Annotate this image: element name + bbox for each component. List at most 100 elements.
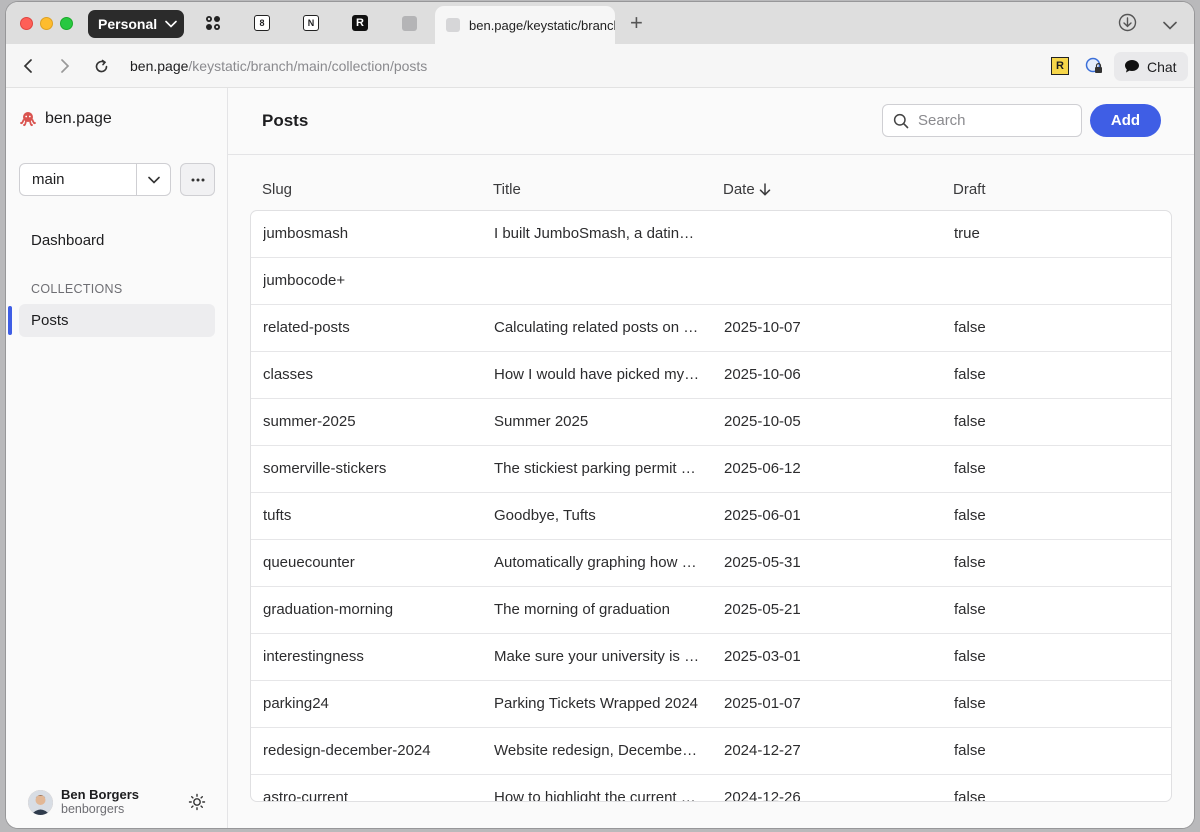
cell-title: How I would have picked my classes — [494, 366, 700, 383]
chevron-down-icon — [1163, 21, 1177, 30]
back-button[interactable] — [18, 56, 38, 76]
cell-title: Calculating related posts on my blog — [494, 319, 700, 336]
cell-slug: jumbocode+ — [263, 272, 346, 289]
column-header-date[interactable]: Date — [723, 181, 771, 198]
column-label: Title — [493, 181, 521, 198]
column-header-slug[interactable]: Slug — [262, 181, 292, 198]
sidebar-item-label: Posts — [31, 312, 69, 329]
table-row[interactable]: graduation-morning The morning of graduat… — [251, 587, 1171, 634]
cell-title: I built JumboSmash, a dating app for Tuf… — [494, 225, 700, 242]
browser-window: Personal 8 N R ben.page/keystatic/branch… — [6, 2, 1194, 828]
keystatic-app: ben.page main Dashboard COLLECTIONS Post… — [6, 88, 1194, 828]
notion-icon: N — [303, 15, 319, 31]
new-tab-button[interactable]: + — [630, 12, 643, 34]
table-row[interactable]: classes How I would have picked my classe… — [251, 352, 1171, 399]
active-tab[interactable]: ben.page/keystatic/branch — [435, 6, 615, 44]
cell-draft: false — [954, 554, 986, 571]
main-content: Posts Add Slug Title Date Draft — [228, 88, 1194, 828]
minimize-window-button[interactable] — [40, 17, 53, 30]
cell-draft: true — [954, 225, 980, 242]
pinned-tab-r-app[interactable]: R — [351, 14, 369, 32]
cell-date: 2025-10-06 — [724, 366, 801, 383]
branch-dropdown-toggle[interactable] — [136, 164, 170, 195]
more-dots-icon — [191, 178, 204, 181]
cell-slug: graduation-morning — [263, 601, 394, 618]
table-row[interactable]: summer-2025 Summer 2025 2025-10-05 false — [251, 399, 1171, 446]
table-row[interactable]: parking24 Parking Tickets Wrapped 2024 202… — [251, 681, 1171, 728]
cell-slug: tufts — [263, 507, 292, 524]
chevron-down-icon — [165, 20, 177, 28]
sidebar-item-posts[interactable]: Posts — [19, 304, 215, 337]
table-row[interactable]: tufts Goodbye, Tufts 2025-06-01 false — [251, 493, 1171, 540]
cell-date: 2025-05-21 — [724, 601, 801, 618]
cell-draft: false — [954, 648, 986, 665]
profile-label: Personal — [98, 16, 158, 32]
table-row[interactable]: jumbocode+ — [251, 258, 1171, 305]
column-label: Slug — [262, 181, 293, 198]
pinned-tab-blank[interactable] — [400, 14, 418, 32]
chat-button[interactable]: Chat — [1114, 52, 1188, 81]
table-row[interactable]: somerville-stickers The stickiest parking… — [251, 446, 1171, 493]
table-row[interactable]: jumbosmash I built JumboSmash, a dating a… — [251, 211, 1171, 258]
cell-date: 2025-06-01 — [724, 507, 801, 524]
tab-overview-button[interactable] — [1163, 17, 1177, 35]
branch-picker[interactable]: main — [19, 163, 171, 196]
tab-strip: Personal 8 N R ben.page/keystatic/branch… — [6, 2, 1194, 44]
download-icon — [1118, 13, 1137, 32]
url-field[interactable]: ben.page/keystatic/branch/main/collectio… — [130, 58, 427, 74]
column-header-title[interactable]: Title — [493, 181, 521, 198]
user-menu[interactable]: Ben Borgers benborgers — [28, 788, 139, 816]
table-row[interactable]: queuecounter Automatically graphing how b… — [251, 540, 1171, 587]
active-tab-title: ben.page/keystatic/branch — [469, 17, 615, 33]
search-input[interactable] — [918, 112, 1068, 129]
close-window-button[interactable] — [20, 17, 33, 30]
cell-title: Summer 2025 — [494, 413, 589, 430]
downloads-button[interactable] — [1118, 13, 1137, 37]
url-path: /keystatic/branch/main/collection/posts — [188, 58, 428, 74]
branch-value: main — [32, 171, 65, 188]
cell-date: 2025-05-31 — [724, 554, 801, 571]
chevron-down-icon — [147, 176, 160, 184]
site-brand[interactable]: ben.page — [20, 110, 112, 128]
cell-slug: related-posts — [263, 319, 350, 336]
column-header-draft[interactable]: Draft — [953, 181, 986, 198]
forward-button[interactable] — [55, 56, 75, 76]
search-field[interactable] — [882, 104, 1082, 137]
pinned-tab-apps[interactable] — [204, 14, 222, 32]
sidebar-item-dashboard[interactable]: Dashboard — [31, 232, 104, 249]
cell-draft: false — [954, 601, 986, 618]
octopus-logo-icon — [20, 112, 36, 127]
cell-slug: summer-2025 — [263, 413, 356, 430]
posts-table: jumbosmash I built JumboSmash, a dating a… — [250, 210, 1172, 802]
table-row[interactable]: astro-current How to highlight the curren… — [251, 775, 1171, 801]
password-extension-button[interactable] — [1085, 57, 1103, 75]
cell-draft: false — [954, 507, 986, 524]
cell-date: 2025-10-05 — [724, 413, 801, 430]
pinned-tab-notion[interactable]: N — [302, 14, 320, 32]
cell-title: Parking Tickets Wrapped 2024 — [494, 695, 699, 712]
table-row[interactable]: interestingness Make sure your university… — [251, 634, 1171, 681]
column-label: Draft — [953, 181, 986, 198]
cell-date: 2025-06-12 — [724, 460, 801, 477]
maximize-window-button[interactable] — [60, 17, 73, 30]
branch-actions-button[interactable] — [180, 163, 215, 196]
reload-button[interactable] — [91, 56, 111, 76]
cell-title: Website redesign, December 2024 — [494, 742, 700, 759]
cell-draft: false — [954, 695, 986, 712]
r-app-icon: R — [352, 15, 368, 31]
cell-slug: redesign-december-2024 — [263, 742, 431, 759]
add-post-button[interactable]: Add — [1090, 104, 1161, 137]
column-label: Date — [723, 181, 755, 198]
favicon-icon — [446, 18, 460, 32]
search-icon — [893, 113, 909, 128]
collections-heading: COLLECTIONS — [31, 282, 123, 296]
url-host: ben.page — [130, 58, 189, 74]
table-row[interactable]: redesign-december-2024 Website redesign, … — [251, 728, 1171, 775]
extension-r-icon[interactable]: R — [1051, 57, 1069, 75]
theme-toggle-button[interactable] — [188, 793, 206, 811]
cell-draft: false — [954, 366, 986, 383]
user-name: Ben Borgers — [61, 787, 140, 802]
table-row[interactable]: related-posts Calculating related posts o… — [251, 305, 1171, 352]
profile-switcher[interactable]: Personal — [88, 10, 184, 38]
pinned-tab-calendar[interactable]: 8 — [253, 14, 271, 32]
